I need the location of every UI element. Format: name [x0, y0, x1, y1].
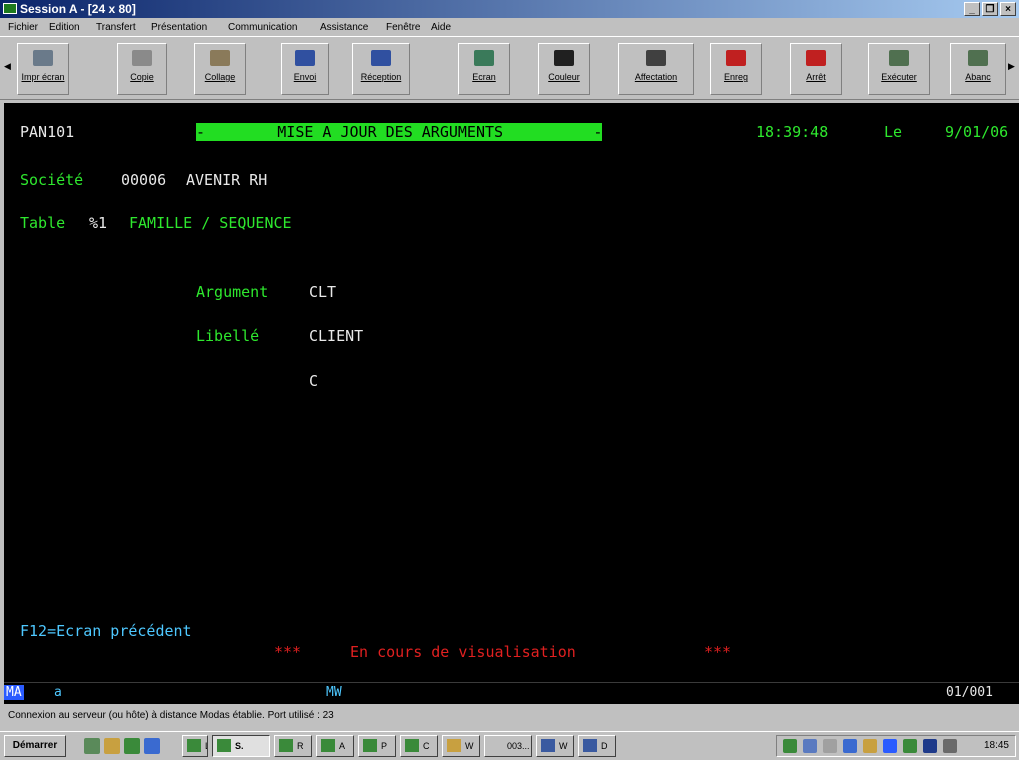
screen-title: - MISE A JOUR DES ARGUMENTS -: [196, 123, 603, 141]
menu-bar: Fichier Edition Transfert Présentation C…: [0, 19, 1019, 36]
receive-icon: [371, 50, 391, 66]
menu-fichier[interactable]: Fichier: [8, 22, 38, 33]
abandon-button[interactable]: Abanc: [950, 43, 1006, 95]
menu-communication[interactable]: Communication: [228, 22, 297, 33]
societe-name: AVENIR RH: [186, 171, 268, 189]
start-label: Démarrer: [12, 740, 58, 751]
run-button[interactable]: Exécuter: [868, 43, 930, 95]
send-icon: [295, 50, 315, 66]
session-icon: [3, 3, 17, 14]
argument-field[interactable]: CLT: [309, 283, 336, 301]
tray-update-icon[interactable]: [943, 739, 957, 753]
libelle-label: Libellé: [196, 327, 260, 345]
maximize-button[interactable]: ❐: [982, 2, 998, 16]
quicklaunch-browser-icon[interactable]: [144, 738, 160, 754]
libelle-field[interactable]: CLIENT: [309, 327, 363, 345]
task-5[interactable]: P: [358, 735, 396, 757]
quicklaunch-desktop-icon[interactable]: [84, 738, 100, 754]
tray-keyboard-icon[interactable]: [923, 739, 937, 753]
toolbar-scroll-right-icon[interactable]: ▶: [1008, 61, 1015, 72]
paste-icon: [210, 50, 230, 66]
keyboard-map-button[interactable]: Affectation: [618, 43, 694, 95]
task-9[interactable]: W: [536, 735, 574, 757]
task-8[interactable]: 003...: [484, 735, 532, 757]
color-button[interactable]: Couleur: [538, 43, 590, 95]
table-name: FAMILLE / SEQUENCE: [129, 214, 292, 232]
menu-fenetre[interactable]: Fenêtre: [386, 22, 420, 33]
system-tray: 18:45: [776, 735, 1016, 757]
send-button[interactable]: Envoi: [281, 43, 329, 95]
paste-button[interactable]: Collage: [194, 43, 246, 95]
mode-stars-right: ***: [704, 643, 732, 661]
date-label: Le: [884, 123, 903, 141]
record-button[interactable]: Enreg: [710, 43, 762, 95]
screen-button[interactable]: Ecran: [458, 43, 510, 95]
copy-icon: [132, 50, 152, 66]
record-icon: [726, 50, 746, 66]
program-id: PAN101: [20, 123, 75, 141]
task-2[interactable]: S.: [212, 735, 270, 757]
cursor-position: 01/001: [946, 685, 993, 700]
mode-stars-left: ***: [274, 643, 302, 661]
copy-button[interactable]: Copie: [117, 43, 167, 95]
color-icon: [554, 50, 574, 66]
close-button[interactable]: ×: [1000, 2, 1016, 16]
current-date: 9/01/06: [945, 123, 1009, 141]
table-code: %1: [89, 214, 108, 232]
societe-code: 00006: [121, 171, 167, 189]
taskbar: Démarrer L S. R A P C W 003... W D 18:45: [0, 731, 1019, 760]
menu-presentation[interactable]: Présentation: [151, 22, 207, 33]
status-message: Connexion au serveur (ou hôte) à distanc…: [8, 710, 334, 721]
print-screen-icon: [33, 50, 53, 66]
stop-icon: [806, 50, 826, 66]
function-key-f12[interactable]: F12=Ecran précédent: [20, 622, 192, 640]
ma-indicator: MA: [4, 685, 24, 700]
mw-indicator: MW: [326, 685, 342, 700]
argument-label: Argument: [196, 283, 269, 301]
menu-assistance[interactable]: Assistance: [320, 22, 368, 33]
tray-app-icon[interactable]: [903, 739, 917, 753]
abandon-icon: [968, 50, 988, 66]
print-screen-button[interactable]: Impr écran: [17, 43, 69, 95]
tray-volume-icon[interactable]: [823, 739, 837, 753]
task-4[interactable]: A: [316, 735, 354, 757]
task-10[interactable]: D: [578, 735, 616, 757]
task-6[interactable]: C: [400, 735, 438, 757]
toolbar: ◀ Impr écran Copie Collage Envoi Récepti…: [0, 36, 1019, 100]
societe-label: Société: [20, 171, 84, 189]
terminal-screen[interactable]: PAN101 - MISE A JOUR DES ARGUMENTS - 18:…: [4, 103, 1019, 682]
stop-button[interactable]: Arrêt: [790, 43, 842, 95]
start-button[interactable]: Démarrer: [4, 735, 66, 757]
taskbar-clock: 18:45: [983, 740, 1009, 751]
tray-language-icon[interactable]: [883, 739, 897, 753]
quicklaunch-explorer-icon[interactable]: [104, 738, 120, 754]
current-time: 18:39:48: [756, 123, 829, 141]
minimize-button[interactable]: _: [964, 2, 980, 16]
a-indicator: a: [54, 685, 62, 700]
code-field[interactable]: C: [309, 372, 318, 390]
task-1[interactable]: L: [182, 735, 208, 757]
window-title-bar[interactable]: Session A - [24 x 80] _ ❐ ×: [0, 0, 1019, 18]
tray-messenger-icon[interactable]: [863, 739, 877, 753]
run-icon: [889, 50, 909, 66]
keyboard-map-icon: [646, 50, 666, 66]
tray-antivirus-icon[interactable]: [843, 739, 857, 753]
menu-edition[interactable]: Edition: [49, 22, 80, 33]
menu-transfert[interactable]: Transfert: [96, 22, 136, 33]
window-title: Session A - [24 x 80]: [20, 2, 136, 16]
operator-info-area: MA a MW 01/001: [4, 682, 1019, 704]
tray-network-icon[interactable]: [783, 739, 797, 753]
task-7[interactable]: W: [442, 735, 480, 757]
table-label: Table: [20, 214, 66, 232]
quicklaunch-excel-icon[interactable]: [124, 738, 140, 754]
screen-icon: [474, 50, 494, 66]
task-3[interactable]: R: [274, 735, 312, 757]
mode-status: En cours de visualisation: [350, 643, 576, 661]
status-bar: Connexion au serveur (ou hôte) à distanc…: [0, 705, 1019, 731]
tray-sync-icon[interactable]: [803, 739, 817, 753]
menu-aide[interactable]: Aide: [431, 22, 451, 33]
receive-button[interactable]: Réception: [352, 43, 410, 95]
toolbar-scroll-left-icon[interactable]: ◀: [4, 61, 11, 72]
